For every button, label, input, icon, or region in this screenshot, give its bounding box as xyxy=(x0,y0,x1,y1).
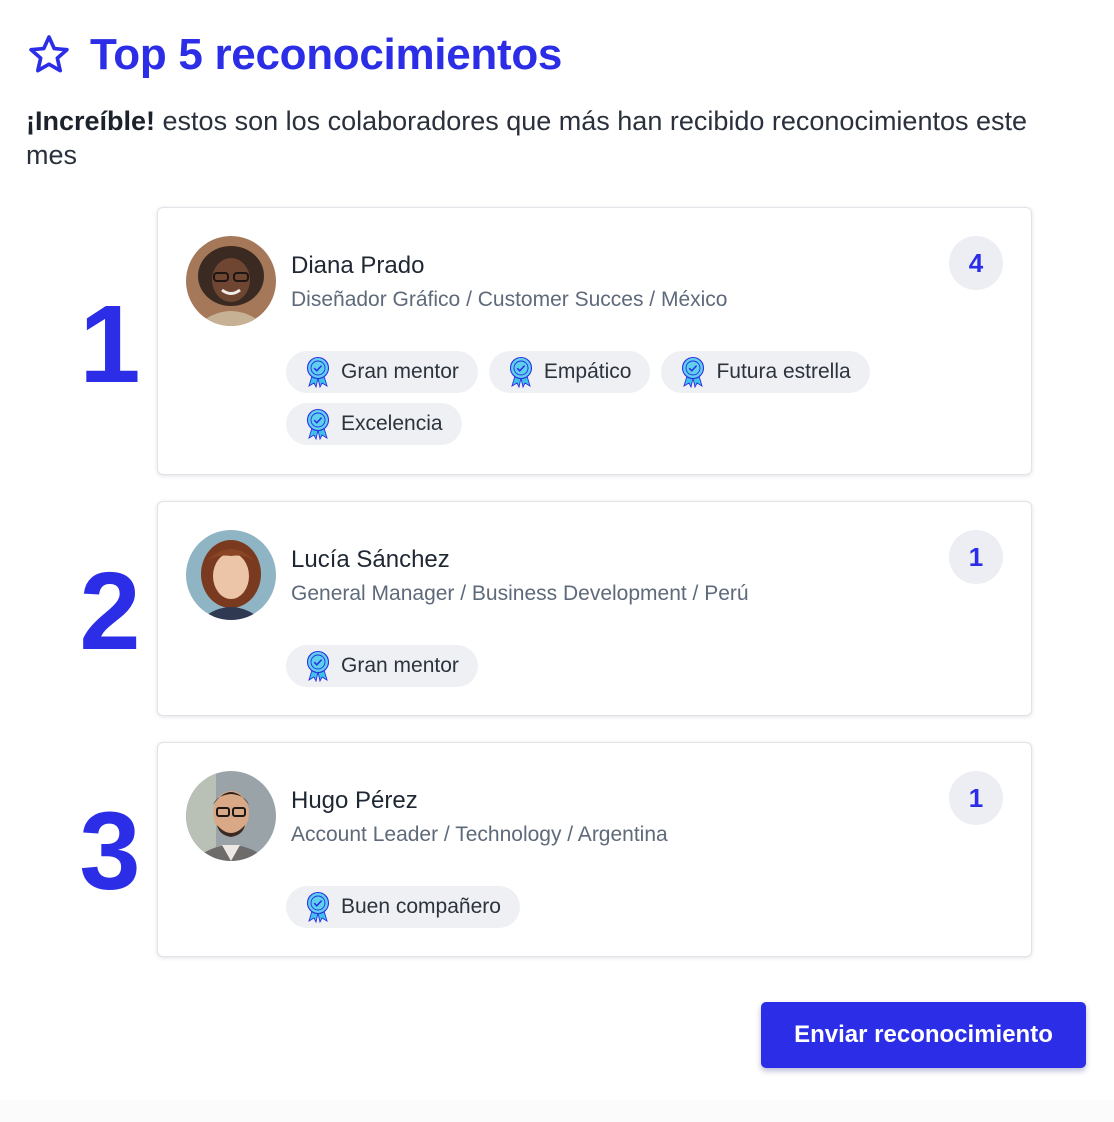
collaborator-card[interactable]: Lucía Sánchez General Manager / Business… xyxy=(157,501,1032,716)
rank-number: 1 xyxy=(79,283,141,406)
badge-label: Buen compañero xyxy=(341,895,501,918)
recognition-count: 1 xyxy=(949,530,1003,584)
recognition-badge: Buen compañero xyxy=(286,886,520,928)
page-subtitle: ¡Increíble! estos son los colaboradores … xyxy=(26,104,1046,172)
collaborator-card[interactable]: Hugo Pérez Account Leader / Technology /… xyxy=(157,742,1032,957)
collaborator-role: Diseñador Gráfico / Customer Succes / Mé… xyxy=(291,288,728,311)
badge-label: Gran mentor xyxy=(341,654,459,677)
collaborator-name: Hugo Pérez xyxy=(291,787,418,814)
recognition-badge: Futura estrella xyxy=(661,351,870,393)
avatar xyxy=(186,530,276,620)
collaborator-name: Diana Prado xyxy=(291,252,425,279)
badge-label: Excelencia xyxy=(341,412,443,435)
collaborator-role: General Manager / Business Development /… xyxy=(291,582,749,605)
avatar xyxy=(186,771,276,861)
medal-icon xyxy=(304,891,332,923)
rank-number: 2 xyxy=(79,550,141,673)
avatar xyxy=(186,236,276,326)
recognition-badge: Excelencia xyxy=(286,403,462,445)
bottom-divider xyxy=(0,1100,1114,1122)
medal-icon xyxy=(304,650,332,682)
medal-icon xyxy=(304,408,332,440)
page-title: Top 5 reconocimientos xyxy=(90,30,563,79)
badge-label: Empático xyxy=(543,360,632,383)
recognition-count: 1 xyxy=(949,771,1003,825)
medal-icon xyxy=(679,356,707,388)
badge-label: Futura estrella xyxy=(716,360,851,383)
subtitle-highlight: ¡Increíble! xyxy=(26,106,156,136)
collaborator-card[interactable]: Diana Prado Diseñador Gráfico / Customer… xyxy=(157,207,1032,475)
recognition-count: 4 xyxy=(949,236,1003,290)
star-icon xyxy=(26,32,72,78)
badge-label: Gran mentor xyxy=(341,360,459,383)
badge-list: Gran mentor xyxy=(286,645,966,687)
collaborator-name: Lucía Sánchez xyxy=(291,546,450,573)
recognition-badge: Gran mentor xyxy=(286,351,478,393)
collaborator-role: Account Leader / Technology / Argentina xyxy=(291,823,668,846)
recognition-badge: Empático xyxy=(488,351,651,393)
medal-icon xyxy=(304,356,332,388)
badge-list: Buen compañero xyxy=(286,886,966,928)
rank-number: 3 xyxy=(79,790,141,913)
medal-icon xyxy=(507,356,535,388)
page-header: Top 5 reconocimientos xyxy=(26,30,562,80)
send-recognition-button[interactable]: Enviar reconocimiento xyxy=(761,1002,1086,1068)
subtitle-text: estos son los colaboradores que más han … xyxy=(26,106,1028,170)
badge-list: Gran mentor Empático Futura estrella Exc… xyxy=(286,351,966,445)
recognition-badge: Gran mentor xyxy=(286,645,478,687)
